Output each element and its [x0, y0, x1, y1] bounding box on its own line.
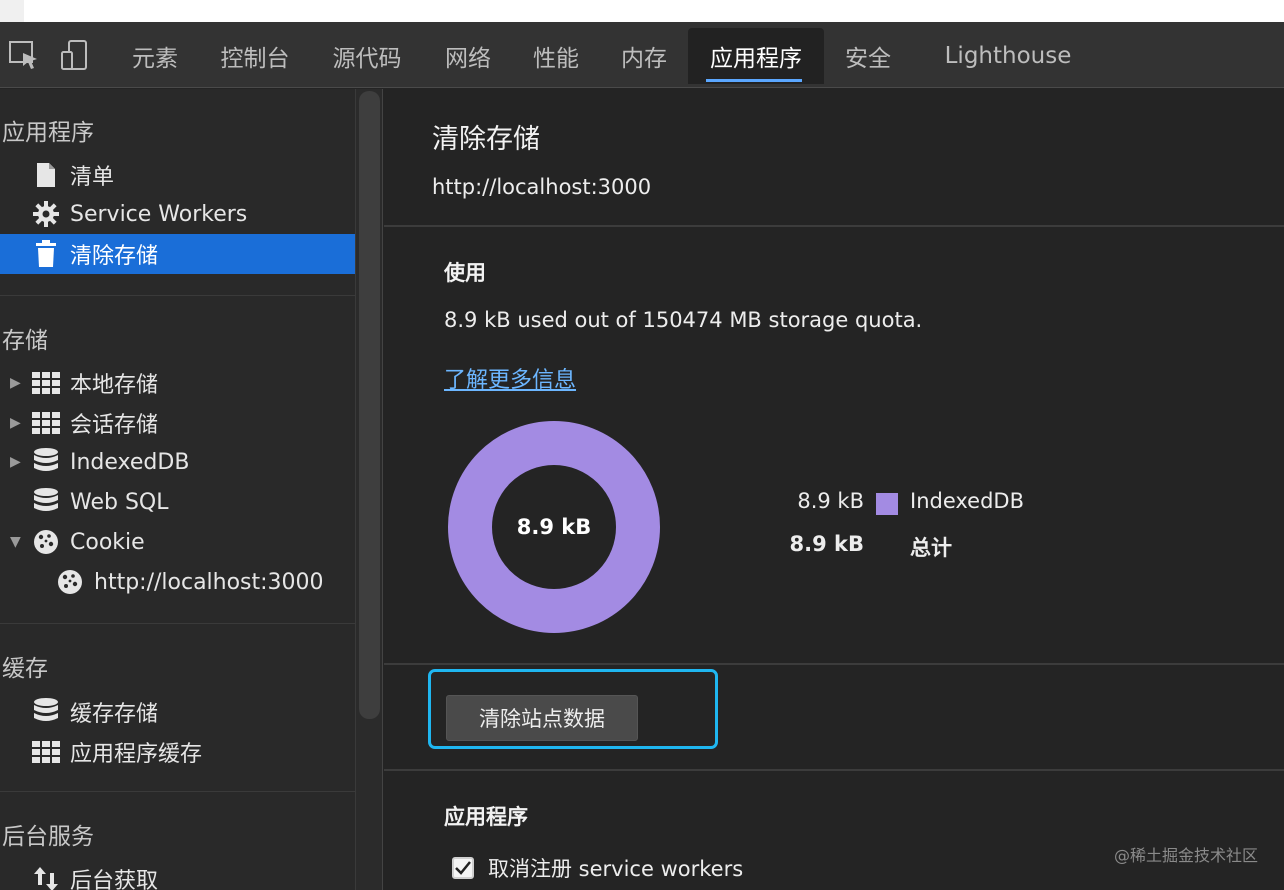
tab-label: 控制台	[220, 46, 290, 72]
sidebar-item-label: 清单	[70, 165, 115, 190]
table-grid-icon	[32, 369, 60, 397]
tab-lighthouse[interactable]: Lighthouse	[930, 28, 1086, 84]
tab-label: 元素	[132, 46, 178, 72]
tab-label: 应用程序	[710, 46, 802, 72]
sidebar-divider	[0, 791, 355, 792]
table-grid-icon	[32, 409, 60, 437]
tab-network[interactable]: 网络	[428, 28, 508, 84]
page-title: 清除存储	[432, 124, 540, 155]
sidebar-item-cookie-origin[interactable]: http://localhost:3000	[0, 562, 355, 602]
sidebar-item-label: Web SQL	[70, 489, 169, 515]
document-icon	[32, 161, 60, 189]
sidebar-item-label: 会话存储	[70, 413, 159, 438]
sidebar-item-label: Service Workers	[70, 201, 248, 227]
usage-heading: 使用	[444, 261, 486, 285]
sidebar-item-label: 后台获取	[70, 869, 159, 890]
unregister-service-workers-option[interactable]: 取消注册 service workers	[452, 853, 743, 883]
tab-label: 源代码	[332, 46, 402, 72]
window-top-bar	[0, 0, 1284, 22]
tab-elements[interactable]: 元素	[116, 28, 194, 84]
clear-storage-panel: 清除存储 http://localhost:3000 使用 8.9 kB use…	[384, 89, 1284, 890]
tab-performance[interactable]: 性能	[516, 28, 596, 84]
section-title-application: 应用程序	[2, 120, 94, 146]
tab-security[interactable]: 安全	[828, 28, 908, 84]
sidebar-item-label: http://localhost:3000	[94, 569, 324, 595]
device-toolbar-icon[interactable]	[50, 22, 98, 88]
section-title-background-services: 后台服务	[2, 824, 94, 850]
tab-label: 内存	[621, 46, 667, 72]
trash-icon	[32, 240, 60, 268]
origin-url: http://localhost:3000	[432, 175, 652, 199]
database-icon	[32, 448, 60, 476]
usage-text: 8.9 kB used out of 150474 MB storage quo…	[444, 308, 923, 332]
sidebar-item-label: Cookie	[70, 529, 145, 555]
application-sidebar: 应用程序 清单 Service Workers 清除存储 存储 ▶ 本地存储 ▶…	[0, 89, 355, 890]
donut-center-label: 8.9 kB	[516, 515, 592, 539]
database-icon	[32, 488, 60, 516]
sidebar-item-cookie[interactable]: ▼ Cookie	[0, 522, 355, 562]
sidebar-item-manifest[interactable]: 清单	[0, 155, 355, 195]
active-tab-underline	[706, 79, 802, 82]
legend-total-value: 8.9 kB	[789, 532, 864, 556]
usage-donut-chart: 8.9 kB	[446, 419, 662, 635]
expand-arrow-icon[interactable]: ▶	[10, 415, 21, 431]
tab-label: Lighthouse	[944, 43, 1072, 69]
expand-arrow-icon[interactable]: ▶	[10, 454, 21, 470]
collapse-arrow-icon[interactable]: ▼	[10, 534, 21, 550]
sidebar-item-label: 本地存储	[70, 373, 159, 398]
tab-application[interactable]: 应用程序	[688, 28, 824, 84]
sidebar-item-service-workers[interactable]: Service Workers	[0, 194, 355, 234]
database-icon	[32, 698, 60, 726]
learn-more-link[interactable]: 了解更多信息	[444, 362, 576, 394]
sidebar-item-label: 缓存存储	[70, 702, 159, 727]
sidebar-item-label: 应用程序缓存	[70, 742, 203, 767]
application-heading: 应用程序	[444, 805, 528, 829]
gear-icon	[32, 200, 60, 228]
unregister-checkbox[interactable]	[452, 857, 474, 879]
inspect-element-icon[interactable]	[0, 22, 48, 88]
devtools-tabbar: 元素 控制台 源代码 网络 性能 内存 应用程序 安全 Lighthouse	[0, 22, 1284, 88]
scrollbar-thumb[interactable]	[359, 91, 380, 719]
sidebar-item-cache-storage[interactable]: 缓存存储	[0, 692, 355, 732]
legend-swatch-indexeddb	[876, 493, 898, 515]
tab-label: 性能	[533, 46, 579, 72]
watermark: @稀土掘金技术社区	[1113, 846, 1258, 865]
section-divider	[384, 663, 1284, 665]
tab-label: 网络	[445, 46, 491, 72]
cookie-icon	[56, 568, 84, 596]
sidebar-item-label: IndexedDB	[70, 449, 190, 475]
clear-site-data-button[interactable]: 清除站点数据	[446, 695, 638, 741]
sidebar-item-web-sql[interactable]: Web SQL	[0, 482, 355, 522]
legend-total-name: 总计	[910, 536, 952, 560]
sidebar-item-label: 清除存储	[70, 244, 159, 269]
legend-value: 8.9 kB	[797, 489, 864, 513]
tab-console[interactable]: 控制台	[204, 28, 306, 84]
tab-sources[interactable]: 源代码	[316, 28, 418, 84]
section-title-cache: 缓存	[2, 656, 48, 682]
section-divider	[384, 769, 1284, 771]
expand-arrow-icon[interactable]: ▶	[10, 375, 21, 391]
table-grid-icon	[32, 738, 60, 766]
checkmark-icon	[455, 861, 471, 875]
cookie-icon	[32, 528, 60, 556]
sidebar-scrollbar[interactable]	[355, 89, 383, 890]
unregister-label: 取消注册 service workers	[488, 857, 744, 881]
sidebar-item-local-storage[interactable]: ▶ 本地存储	[0, 363, 355, 403]
sidebar-item-background-fetch[interactable]: 后台获取	[0, 859, 355, 890]
sidebar-item-session-storage[interactable]: ▶ 会话存储	[0, 403, 355, 443]
sidebar-item-indexeddb[interactable]: ▶ IndexedDB	[0, 442, 355, 482]
tab-memory[interactable]: 内存	[604, 28, 684, 84]
sidebar-item-app-cache[interactable]: 应用程序缓存	[0, 732, 355, 772]
sidebar-divider	[0, 295, 355, 296]
usage-legend: 8.9 kB IndexedDB 8.9 kB 总计	[784, 489, 1064, 569]
tab-label: 安全	[845, 46, 891, 72]
sidebar-divider	[0, 623, 355, 624]
up-down-arrows-icon	[32, 865, 60, 890]
legend-name: IndexedDB	[910, 489, 1024, 513]
section-divider	[384, 225, 1284, 227]
sidebar-item-clear-storage[interactable]: 清除存储	[0, 234, 355, 274]
section-title-storage: 存储	[2, 328, 48, 354]
window-top-strip	[0, 0, 24, 22]
